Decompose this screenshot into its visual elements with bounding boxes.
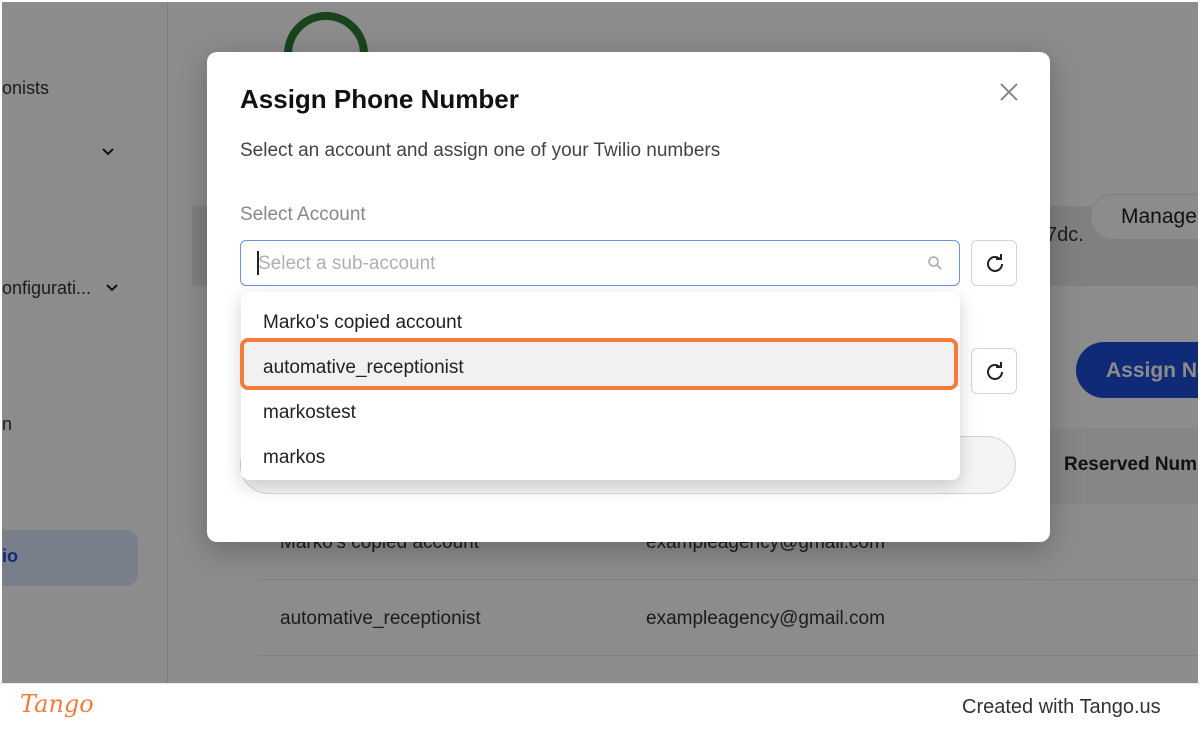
dropdown-option[interactable]: markostest [241,386,960,431]
footer-credit: Created with Tango.us [962,696,1161,718]
dropdown-option[interactable]: Marko's copied account [241,296,960,341]
search-icon [928,256,942,270]
tango-logo: Tango [20,690,94,718]
select-account-label: Select Account [240,204,366,225]
dialog-subtitle: Select an account and assign one of your… [240,140,721,161]
refresh-numbers-button[interactable] [971,348,1017,394]
select-placeholder: Select a sub-account [258,253,436,274]
footer: Tango Created with Tango.us [0,683,1200,729]
assign-phone-number-dialog: Assign Phone Number Select an account an… [207,52,1050,542]
close-icon[interactable] [997,80,1021,104]
dropdown-option[interactable]: markos [241,431,960,476]
refresh-icon [987,254,1003,272]
click-highlight [240,338,958,390]
dialog-title: Assign Phone Number [240,84,519,114]
sub-account-select[interactable]: Select a sub-account [240,240,960,286]
refresh-icon [987,362,1003,380]
refresh-accounts-button[interactable] [971,240,1017,286]
